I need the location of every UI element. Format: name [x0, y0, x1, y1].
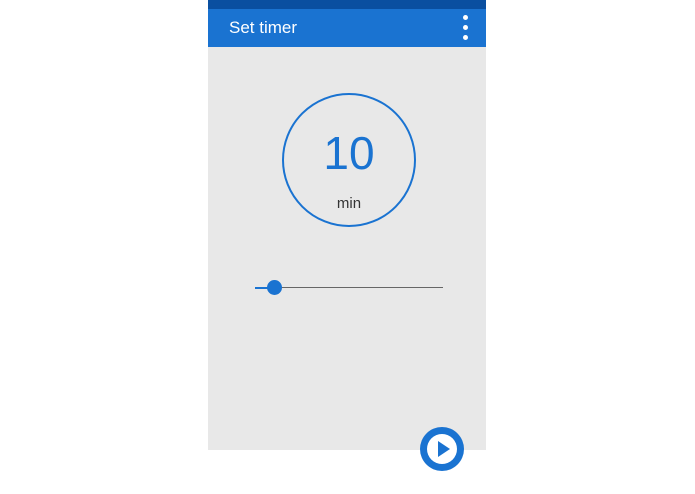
app-title: Set timer: [229, 18, 298, 37]
timer-dial: 10 min: [282, 93, 416, 227]
menu-dot: [463, 15, 468, 20]
menu-dot: [463, 35, 468, 40]
more-vert-icon[interactable]: [454, 13, 478, 43]
timer-value: 10: [323, 127, 375, 179]
slider-track: [255, 287, 443, 288]
timer-screen: Set timer 10 min: [208, 0, 486, 450]
play-icon: [427, 434, 457, 464]
duration-slider[interactable]: [255, 278, 443, 298]
app-bar: Set timer: [208, 9, 486, 47]
start-timer-button[interactable]: [420, 427, 464, 471]
status-bar: [208, 0, 486, 9]
slider-thumb[interactable]: [266, 280, 282, 295]
timer-unit: min: [336, 195, 362, 212]
menu-dot: [463, 25, 468, 30]
